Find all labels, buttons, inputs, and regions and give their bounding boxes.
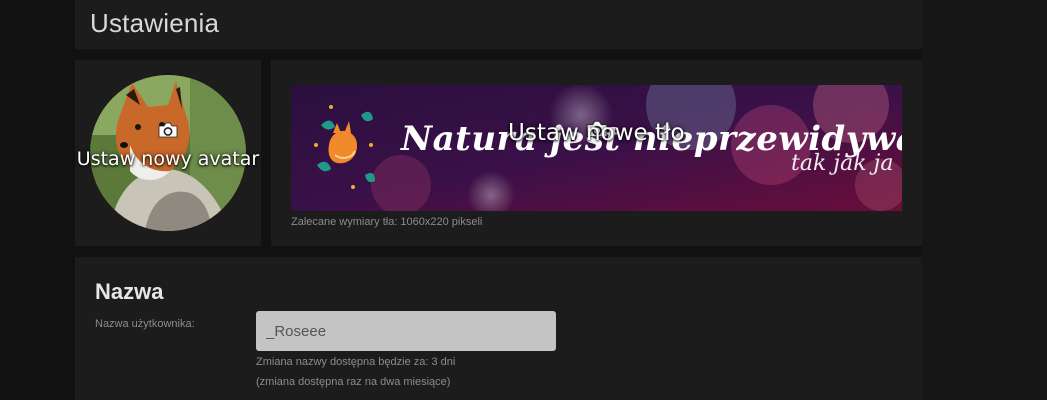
background-panel: Natura jest nieprzewidywalna tak jak ja …: [271, 60, 922, 246]
name-change-note: Zmiana nazwy dostępna będzie za: 3 dni: [256, 356, 456, 368]
background-size-hint: Zalecane wymiary tła: 1060x220 pikseli: [291, 216, 483, 228]
username-label: Nazwa użytkownika:: [95, 318, 195, 330]
section-title: Nazwa: [95, 279, 164, 304]
name-change-frequency-note: (zmiana dostępna raz na dwa miesiące): [256, 376, 451, 388]
set-avatar-label[interactable]: Ustaw nowy avatar: [75, 148, 261, 170]
page-title: Ustawienia: [90, 8, 220, 38]
avatar-panel: Ustaw nowy avatar: [75, 60, 261, 246]
set-background-label[interactable]: Ustaw nowe tło: [508, 120, 685, 146]
background-banner[interactable]: Natura jest nieprzewidywalna tak jak ja: [291, 85, 902, 211]
page-side-band: [922, 0, 1047, 400]
name-section: Nazwa Nazwa użytkownika: Zmiana nazwy do…: [75, 257, 922, 400]
camera-icon: [158, 122, 178, 138]
username-input[interactable]: [256, 311, 556, 351]
banner-subtext: tak jak ja: [791, 151, 894, 176]
settings-header: Ustawienia: [75, 0, 922, 49]
